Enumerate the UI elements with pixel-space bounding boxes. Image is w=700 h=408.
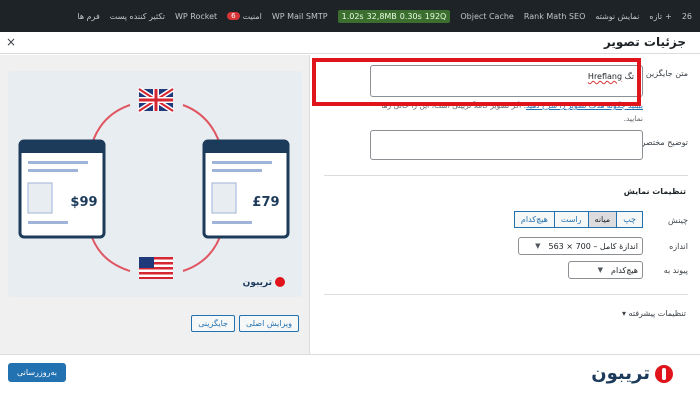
duplicate-post-label: تکثیر کننده پست [109, 11, 165, 21]
brand-logo-mark [275, 277, 285, 287]
image-edit-buttons: ویرایش اصلی جایگزینی [191, 315, 299, 332]
object-cache-label: Object Cache [460, 11, 514, 21]
update-button[interactable]: به‌روزرسانی [8, 363, 67, 382]
close-icon[interactable]: × [6, 35, 16, 49]
brand-logo-icon [655, 364, 673, 383]
chevron-down-icon: ▼ [597, 266, 604, 274]
brand-text: تریبون [591, 363, 651, 384]
divider [324, 175, 688, 176]
price-left: $99 [70, 195, 97, 210]
size-select-value: اندازهٔ کامل – 700 × 563 [548, 241, 638, 251]
image-brand: تریبون [243, 278, 272, 288]
align-segmented-control: چپ میانه راست هیچ‌کدام [513, 211, 643, 228]
image-preview: $99 £79 تریبون [8, 71, 302, 297]
page-bottom-strip [0, 394, 700, 408]
size-label: اندازه [669, 242, 688, 251]
modal-title: جزئیات تصویر [603, 35, 686, 49]
modal-footer: به‌روزرسانی تریبون [0, 354, 700, 394]
us-flag-icon [139, 257, 173, 279]
link-to-value: هیچ‌کدام [611, 265, 638, 275]
right-page-mockup [202, 139, 290, 239]
display-settings-title: تنظیمات نمایش [623, 187, 686, 196]
security-menu[interactable]: امنیت 6 [227, 12, 262, 21]
alt-help-link[interactable]: ببینید چگونه هدف تصویر را شرح دهید [526, 101, 643, 110]
wp-mail-label: WP Mail SMTP [271, 11, 328, 21]
image-preview-panel: $99 £79 تریبون ویرایش اصلی جایگزینی [0, 55, 310, 354]
view-post-label: نمایش نوشته [595, 11, 640, 21]
media-modal: جزئیات تصویر × $99 £79 تریبون ویرایش اصل… [0, 32, 700, 394]
security-count: 6 [227, 12, 240, 20]
modal-header: جزئیات تصویر × [0, 32, 700, 54]
price-right: £79 [252, 195, 279, 210]
align-center-button[interactable]: میانه [587, 211, 618, 228]
duplicate-post-menu[interactable]: تکثیر کننده پست [110, 12, 165, 21]
alt-text-word: Hreflang [587, 72, 623, 81]
uk-flag-icon [137, 86, 175, 114]
size-select[interactable]: اندازهٔ کامل – 700 × 563 ▼ [518, 237, 643, 255]
admin-bar: 26 + تازه نمایش نوشته Rank Math SEO Obje… [0, 0, 700, 32]
rank-math-label: Rank Math SEO [523, 11, 586, 21]
query-monitor-badge[interactable]: 192Q 0.30s 32,8MB 1.02s [337, 9, 451, 23]
caption-input[interactable] [370, 130, 643, 160]
perf-time: 1.02s [341, 11, 364, 21]
alt-text-value: تگ Hreflang [588, 72, 634, 81]
comments-value: 26 [681, 11, 692, 21]
alt-text-help: ببینید چگونه هدف تصویر را شرح دهید. اگر … [368, 99, 643, 125]
link-to-label: پیوند به [663, 266, 688, 275]
forms-menu[interactable]: فرم ها [77, 12, 99, 21]
brand-watermark: تریبون [591, 363, 674, 384]
forms-label: فرم ها [77, 11, 100, 21]
caption-label: توضیح مختصر [641, 138, 689, 147]
wp-mail-menu[interactable]: WP Mail SMTP [272, 12, 328, 21]
comments-count[interactable]: 26 [682, 12, 692, 21]
align-right-button[interactable]: راست [553, 211, 589, 228]
advanced-settings-toggle[interactable]: تنظیمات پیشرفته ▾ [622, 309, 686, 318]
modal-content: $99 £79 تریبون ویرایش اصلی جایگزینی متن … [0, 55, 700, 354]
wp-rocket-menu[interactable]: WP Rocket [175, 12, 217, 21]
view-post-link[interactable]: نمایش نوشته [595, 12, 639, 21]
perf-count: 192Q [424, 11, 447, 21]
security-label: امنیت [242, 11, 262, 21]
new-content-menu[interactable]: + تازه [649, 12, 671, 21]
object-cache-menu[interactable]: Object Cache [460, 12, 513, 21]
attachment-settings: متن جایگزین تگ Hreflang ببینید چگونه هدف… [310, 55, 700, 354]
divider [324, 294, 688, 295]
alt-text-prefix: تگ [622, 72, 634, 81]
link-to-select[interactable]: هیچ‌کدام ▼ [568, 261, 643, 279]
alt-text-label: متن جایگزین [645, 69, 688, 78]
replace-image-button[interactable]: جایگزینی [191, 315, 235, 332]
perf-mem: 32,8MB [366, 11, 397, 21]
perf-q: 0.30s [399, 11, 422, 21]
hreflang-illustration: $99 £79 تریبون [18, 86, 290, 288]
align-label: چینش [668, 216, 688, 225]
alt-text-input[interactable]: تگ Hreflang [370, 65, 643, 97]
align-none-button[interactable]: هیچ‌کدام [513, 211, 555, 228]
new-label: تازه [649, 11, 663, 21]
left-page-mockup [18, 139, 106, 239]
wp-rocket-label: WP Rocket [174, 11, 218, 21]
edit-original-button[interactable]: ویرایش اصلی [238, 315, 299, 332]
rank-math-menu[interactable]: Rank Math SEO [524, 12, 586, 21]
align-left-button[interactable]: چپ [616, 211, 643, 228]
chevron-down-icon: ▼ [535, 242, 541, 250]
